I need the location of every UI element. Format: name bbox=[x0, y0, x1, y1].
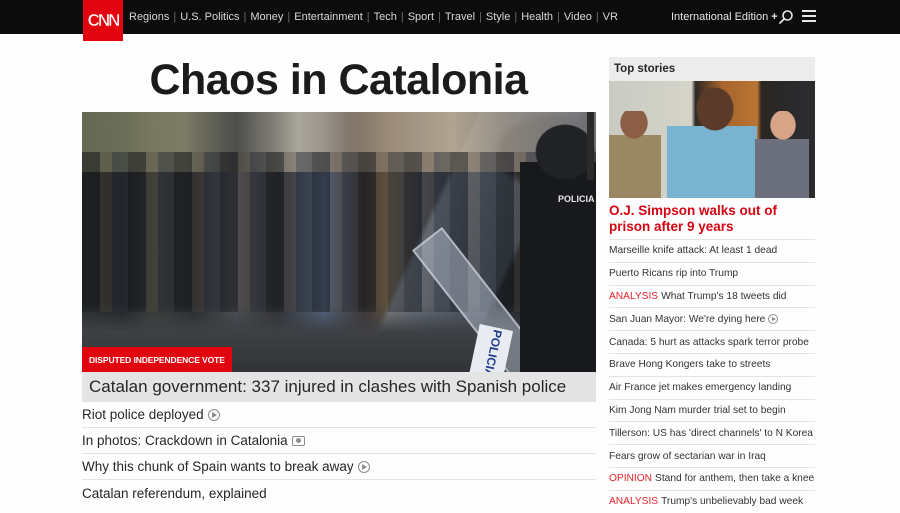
photo-credit bbox=[809, 81, 814, 198]
story-text: Canada: 5 hurt as attacks spark terror p… bbox=[609, 336, 809, 348]
police-officer bbox=[520, 122, 596, 372]
story-item[interactable]: Canada: 5 hurt as attacks spark terror p… bbox=[609, 330, 815, 353]
hero-kicker-badge[interactable]: DISPUTED INDEPENDENCE VOTE bbox=[82, 347, 232, 372]
page-headline[interactable]: Chaos in Catalonia bbox=[82, 56, 595, 105]
story-item[interactable]: Brave Hong Kongers take to streets bbox=[609, 352, 815, 376]
top-stories-list: Marseille knife attack: At least 1 dead … bbox=[609, 239, 815, 513]
related-link-text: Catalan referendum, explained bbox=[82, 485, 267, 501]
photo-credit bbox=[587, 112, 594, 180]
play-icon bbox=[207, 408, 220, 421]
hero-crowd bbox=[82, 152, 596, 312]
story-text: Marseille knife attack: At least 1 dead bbox=[609, 245, 778, 257]
nav-item-video[interactable]: Video bbox=[564, 11, 592, 23]
story-item[interactable]: Air France jet makes emergency landing bbox=[609, 375, 815, 399]
story-text: Tillerson: US has 'direct channels' to N… bbox=[609, 427, 813, 439]
related-link-text: Riot police deployed bbox=[82, 407, 204, 422]
official-figure bbox=[755, 111, 811, 198]
story-item[interactable]: Tillerson: US has 'direct channels' to N… bbox=[609, 421, 815, 444]
nav-item-style[interactable]: Style bbox=[486, 11, 510, 23]
camera-icon bbox=[291, 435, 305, 446]
related-link[interactable]: Catalan referendum, explained bbox=[82, 480, 596, 506]
related-link[interactable]: Riot police deployed bbox=[82, 402, 596, 428]
top-nav-bar: CNN Regions | U.S. Politics | Money | Enter… bbox=[0, 0, 900, 41]
story-item[interactable]: ANALYSIS What Trump's 18 tweets did bbox=[609, 284, 815, 308]
nav-item-health[interactable]: Health bbox=[521, 11, 553, 23]
story-text: Kim Jong Nam murder trial set to begin bbox=[609, 404, 786, 416]
nav-item-entertainment[interactable]: Entertainment bbox=[294, 11, 362, 23]
related-link[interactable]: In photos: Crackdown in Catalonia bbox=[82, 428, 596, 454]
play-icon bbox=[768, 314, 779, 325]
plus-icon: + bbox=[771, 11, 778, 23]
oj-figure bbox=[667, 81, 757, 198]
related-link-text: Why this chunk of Spain wants to break a… bbox=[82, 459, 354, 474]
hero-image[interactable]: POLICIA POLICIA bbox=[82, 112, 596, 374]
guard-figure bbox=[609, 111, 661, 198]
story-text: Air France jet makes emergency landing bbox=[609, 382, 792, 394]
nav-item-vr[interactable]: VR bbox=[603, 11, 618, 23]
related-link-text: In photos: Crackdown in Catalonia bbox=[82, 433, 288, 448]
nav-item-tech[interactable]: Tech bbox=[374, 11, 397, 23]
story-item[interactable]: San Juan Mayor: We're dying here bbox=[609, 307, 815, 330]
story-text: Fears grow of sectarian war in Iraq bbox=[609, 450, 766, 462]
story-text: Trump's unbelievably bad week bbox=[661, 496, 804, 508]
edition-label: International Edition bbox=[671, 11, 769, 23]
hamburger-menu-icon[interactable] bbox=[802, 10, 816, 23]
nav-item-us-politics[interactable]: U.S. Politics bbox=[180, 11, 239, 23]
story-item[interactable]: Marseille knife attack: At least 1 dead bbox=[609, 239, 815, 262]
logo-text: CNN bbox=[87, 10, 120, 30]
story-item[interactable]: ANALYSIS Trump's unbelievably bad week bbox=[609, 489, 815, 513]
section-nav: Regions | U.S. Politics | Money | Entertain… bbox=[129, 11, 618, 23]
story-item[interactable]: Puerto Ricans rip into Trump bbox=[609, 261, 815, 285]
top-story-image[interactable] bbox=[609, 81, 815, 198]
related-links: Riot police deployed In photos: Crackdow… bbox=[82, 402, 596, 506]
story-item[interactable]: OPINION Stand for anthem, then take a kne… bbox=[609, 466, 815, 490]
nav-item-travel[interactable]: Travel bbox=[445, 11, 475, 23]
top-stories-heading: Top stories bbox=[609, 57, 815, 81]
top-story-headline[interactable]: O.J. Simpson walks out of prison after 9… bbox=[609, 203, 815, 235]
edition-picker[interactable]: International Edition + bbox=[671, 0, 778, 34]
story-item[interactable]: Fears grow of sectarian war in Iraq bbox=[609, 444, 815, 467]
nav-item-money[interactable]: Money bbox=[250, 11, 283, 23]
story-label: OPINION bbox=[609, 473, 653, 485]
cnn-logo[interactable]: CNN bbox=[83, 0, 123, 41]
officer-text: POLICIA bbox=[558, 194, 595, 204]
story-text: San Juan Mayor: We're dying here bbox=[609, 313, 766, 325]
nav-item-sport[interactable]: Sport bbox=[408, 11, 434, 23]
story-text: Stand for anthem, then take a knee bbox=[655, 473, 815, 485]
related-link[interactable]: Why this chunk of Spain wants to break a… bbox=[82, 454, 596, 480]
story-text: What Trump's 18 tweets did bbox=[661, 290, 787, 302]
hero-caption[interactable]: Catalan government: 337 injured in clash… bbox=[82, 372, 596, 402]
story-text: Brave Hong Kongers take to streets bbox=[609, 359, 771, 371]
story-label: ANALYSIS bbox=[609, 290, 659, 302]
search-icon[interactable] bbox=[778, 9, 794, 25]
nav-item-regions[interactable]: Regions bbox=[129, 11, 169, 23]
story-label: ANALYSIS bbox=[609, 496, 659, 508]
story-item[interactable]: Kim Jong Nam murder trial set to begin bbox=[609, 398, 815, 422]
story-text: Puerto Ricans rip into Trump bbox=[609, 268, 739, 280]
play-icon bbox=[357, 460, 370, 473]
